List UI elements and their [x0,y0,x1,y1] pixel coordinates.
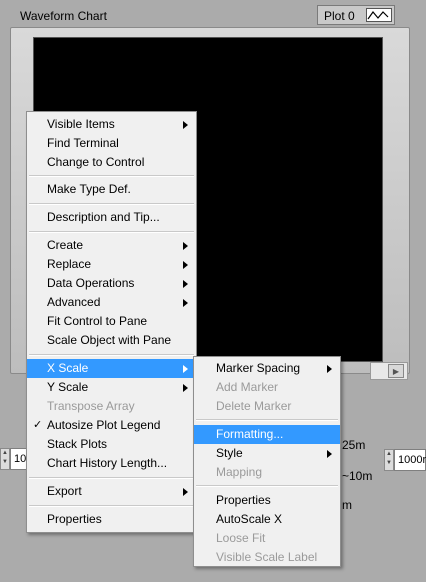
menu-item-label: Formatting... [216,427,284,441]
menu-item-label: Make Type Def. [47,182,131,196]
menu-item-label: Add Marker [216,380,279,394]
menu-item-stack-plots[interactable]: Stack Plots [27,435,196,454]
menu-separator [29,175,194,177]
menu-item-label: Mapping [216,465,263,479]
x-max-value: 1000r [398,454,426,466]
menu-separator [29,477,194,479]
menu-item-label: Chart History Length... [47,456,168,470]
submenu-arrow-icon [183,261,188,269]
menu-item-label: Replace [47,257,92,271]
menu-item-create[interactable]: Create [27,236,196,255]
menu-separator [29,203,194,205]
menu-item-make-type-def[interactable]: Make Type Def. [27,180,196,199]
submenu-arrow-icon [183,488,188,496]
menu-item-change-to-control[interactable]: Change to Control [27,153,196,172]
menu-item-label: Style [216,446,243,460]
menu-item-label: Create [47,238,84,252]
context-menu: Visible Items Find Terminal Change to Co… [26,111,197,533]
submenu-item-mapping: Mapping [194,463,340,482]
menu-item-label: Properties [47,512,102,526]
menu-item-label: Y Scale [47,380,89,394]
menu-item-label: Description and Tip... [47,210,160,224]
submenu-arrow-icon [183,365,188,373]
menu-item-advanced[interactable]: Advanced [27,293,196,312]
menu-item-data-operations[interactable]: Data Operations [27,274,196,293]
submenu-arrow-icon [183,299,188,307]
submenu-item-visible-scale-label: Visible Scale Label [194,548,340,567]
x-min-value: 10 [14,453,27,465]
menu-item-label: Change to Control [47,155,145,169]
legend-plot-name: Plot 0 [324,9,355,23]
submenu-arrow-icon [183,121,188,129]
menu-item-label: Visible Scale Label [216,550,318,564]
chart-label: Waveform Chart [20,9,107,23]
menu-item-label: Data Operations [47,276,135,290]
menu-separator [29,231,194,233]
submenu-item-marker-spacing[interactable]: Marker Spacing [194,359,340,378]
menu-item-label: Export [47,484,82,498]
menu-item-label: Advanced [47,295,101,309]
submenu-item-style[interactable]: Style [194,444,340,463]
x-max-input[interactable]: 1000r [394,449,426,471]
menu-item-scale-object-with-pane[interactable]: Scale Object with Pane [27,331,196,350]
x-max-increment-icon[interactable]: ▲ ▼ [384,449,394,471]
menu-item-y-scale[interactable]: Y Scale [27,378,196,397]
menu-item-label: Find Terminal [47,136,119,150]
menu-item-visible-items[interactable]: Visible Items [27,115,196,134]
menu-item-fit-control-to-pane[interactable]: Fit Control to Pane [27,312,196,331]
submenu-item-properties[interactable]: Properties [194,491,340,510]
menu-item-label: Scale Object with Pane [47,333,172,347]
menu-item-replace[interactable]: Replace [27,255,196,274]
menu-item-label: Properties [216,493,271,507]
scroll-right-arrow-icon[interactable]: ▶ [388,364,404,378]
submenu-item-add-marker: Add Marker [194,378,340,397]
menu-item-label: Autosize Plot Legend [47,418,161,432]
submenu-arrow-icon [183,242,188,250]
submenu-item-loose-fit: Loose Fit [194,529,340,548]
menu-separator [29,505,194,507]
menu-item-label: Visible Items [47,117,115,131]
menu-item-label: Stack Plots [47,437,108,451]
bg-text-a: 25m [342,438,366,452]
menu-item-label: Marker Spacing [216,361,301,375]
menu-item-export[interactable]: Export [27,482,196,501]
submenu-arrow-icon [327,365,332,373]
menu-item-properties[interactable]: Properties [27,510,196,529]
bg-text-c: m [342,498,352,512]
bg-text-b: ~10m [342,469,373,483]
x-scale-submenu: Marker Spacing Add Marker Delete Marker … [193,356,341,567]
submenu-arrow-icon [327,450,332,458]
menu-item-label: Delete Marker [216,399,292,413]
menu-item-chart-history-length[interactable]: Chart History Length... [27,454,196,473]
submenu-arrow-icon [183,384,188,392]
plot-line-swatch-icon [366,8,392,22]
menu-separator [29,354,194,356]
menu-item-label: X Scale [47,361,89,375]
menu-item-description-and-tip[interactable]: Description and Tip... [27,208,196,227]
x-min-increment-icon[interactable]: ▲ ▼ [0,448,10,470]
menu-item-label: Transpose Array [47,399,135,413]
menu-item-transpose-array: Transpose Array [27,397,196,416]
plot-legend[interactable]: Plot 0 [317,5,395,25]
menu-separator [196,419,338,421]
menu-item-label: Fit Control to Pane [47,314,148,328]
menu-item-label: AutoScale X [216,512,283,526]
menu-item-x-scale[interactable]: X Scale [27,359,196,378]
menu-item-label: Loose Fit [216,531,266,545]
submenu-arrow-icon [183,280,188,288]
submenu-item-delete-marker: Delete Marker [194,397,340,416]
menu-item-find-terminal[interactable]: Find Terminal [27,134,196,153]
menu-item-autosize-plot-legend[interactable]: ✓ Autosize Plot Legend [27,416,196,435]
submenu-item-autoscale-x[interactable]: AutoScale X [194,510,340,529]
submenu-item-formatting[interactable]: Formatting... [194,425,340,444]
checkmark-icon: ✓ [33,419,43,431]
menu-separator [196,485,338,487]
